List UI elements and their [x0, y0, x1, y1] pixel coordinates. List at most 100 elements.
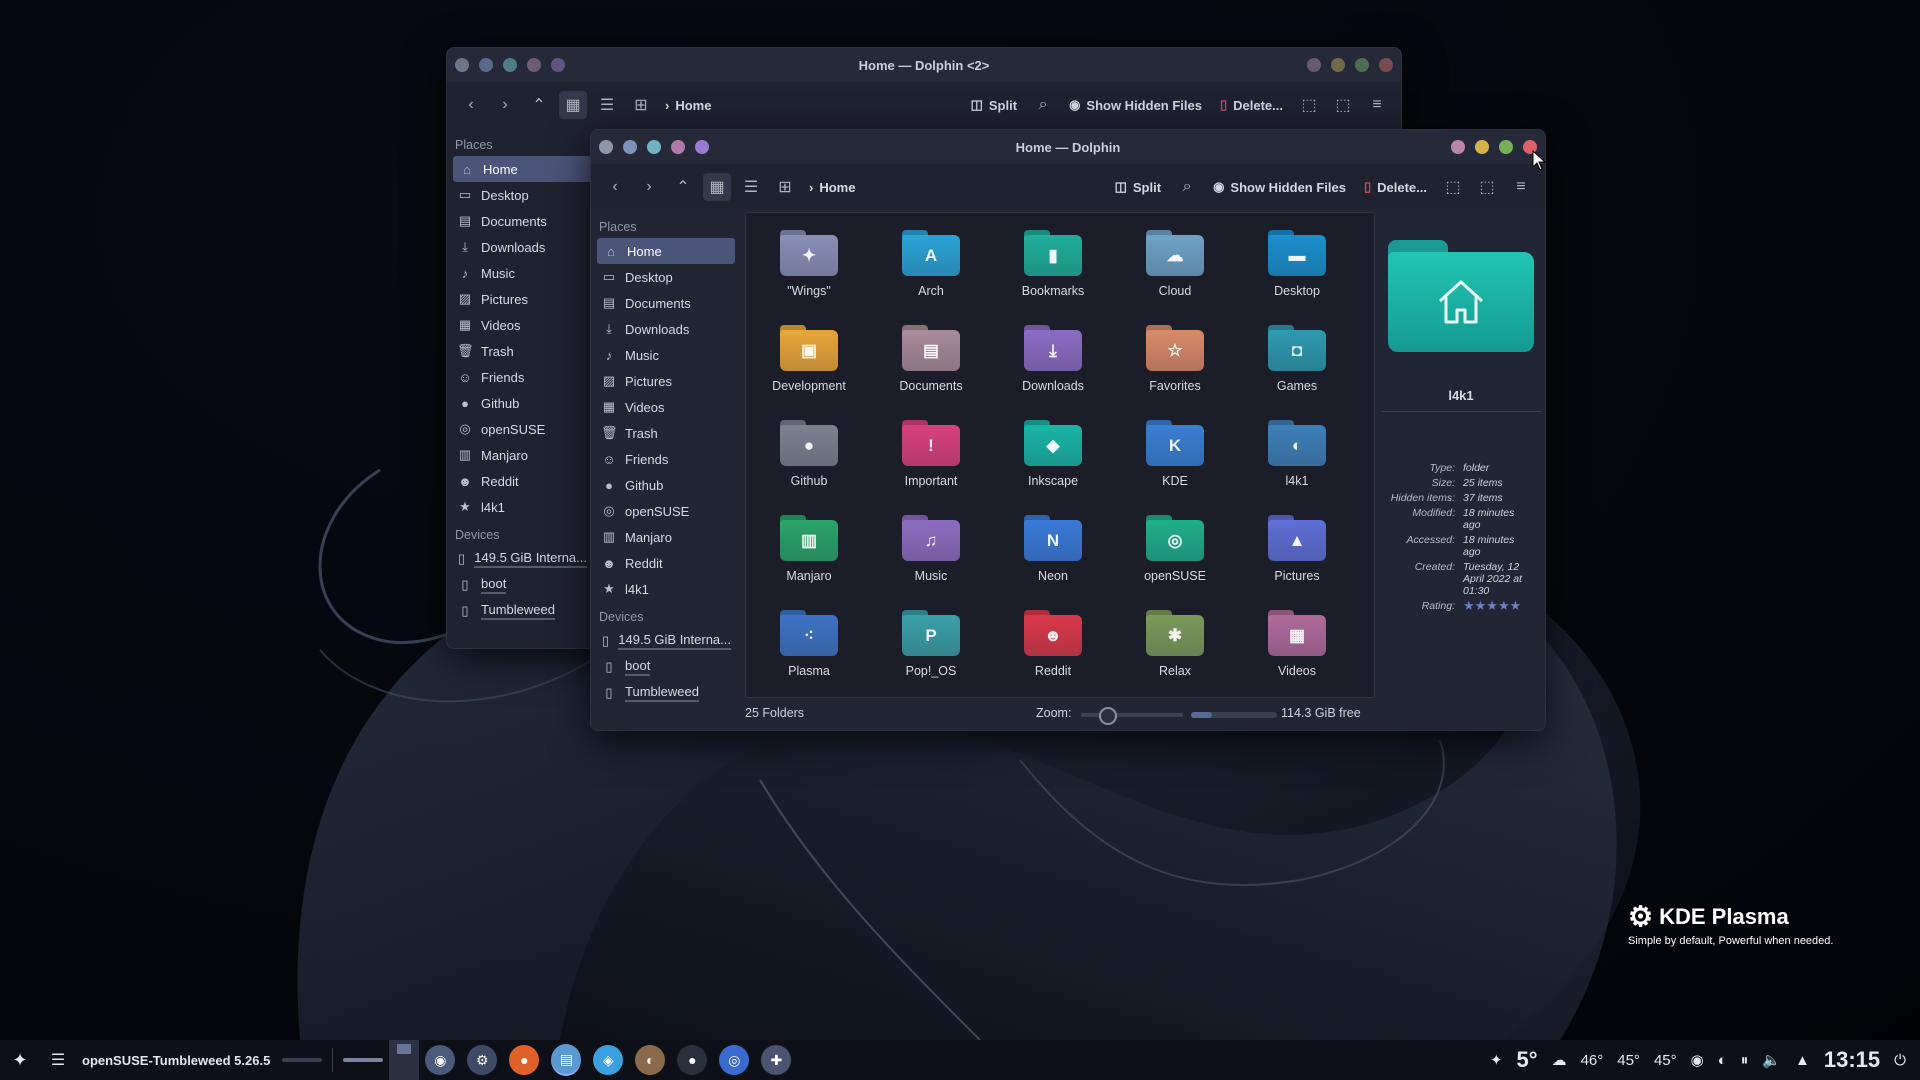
keep-below-button[interactable]	[695, 140, 709, 154]
shade-button[interactable]	[647, 140, 661, 154]
sidebar-item[interactable]: ▨ Pictures	[591, 368, 741, 394]
sidebar-item[interactable]: ★ l4k1	[591, 576, 741, 602]
folder-item[interactable]: ▤ Documents	[870, 311, 992, 406]
device-item[interactable]: ▯ Tumbleweed	[447, 598, 597, 624]
folder-item[interactable]: ▮ Bookmarks	[992, 216, 1114, 311]
folder-item[interactable]: ▬ Desktop	[1236, 216, 1358, 311]
folder-item[interactable]: ▥ Manjaro	[748, 501, 870, 596]
folder-item[interactable]: ☻ Reddit	[992, 596, 1114, 691]
sidebar-item[interactable]: ▭ Desktop	[447, 182, 597, 208]
weather-cloud-icon[interactable]: ☁	[1552, 1051, 1567, 1069]
folder-item[interactable]: ◆ Inkscape	[992, 406, 1114, 501]
select-icon[interactable]: ⬚	[1295, 91, 1323, 119]
hamburger-menu-icon[interactable]: ≡	[1507, 173, 1535, 201]
power-icon[interactable]: ⏻	[1894, 1052, 1906, 1069]
settings-app-icon[interactable]: ⚙	[467, 1045, 498, 1075]
keep-above-button[interactable]	[527, 58, 541, 72]
github-app-icon[interactable]: ●	[677, 1045, 708, 1075]
sidebar-item[interactable]: ⤓ Downloads	[447, 234, 597, 260]
breadcrumb[interactable]: › Home	[809, 180, 855, 195]
breadcrumb[interactable]: › Home	[665, 98, 711, 113]
folder-item[interactable]: ▲ Pictures	[1236, 501, 1358, 596]
keep-below-button[interactable]	[551, 58, 565, 72]
keep-above-button[interactable]	[671, 140, 685, 154]
volume-icon[interactable]: 🔈	[1762, 1051, 1781, 1069]
firefox-app-icon[interactable]: ●	[509, 1045, 540, 1075]
icons-view-icon[interactable]: ▦	[703, 173, 731, 201]
details-view-icon[interactable]: ⊞	[771, 173, 799, 201]
sidebar-item[interactable]: ▤ Documents	[591, 290, 741, 316]
folder-item[interactable]: ◐ l4k1	[1236, 406, 1358, 501]
folder-item[interactable]: ♫ Music	[870, 501, 992, 596]
virtual-desktop-pager[interactable]	[389, 1040, 420, 1080]
maximize-button[interactable]	[1331, 58, 1345, 72]
device-item[interactable]: ▯ 149.5 GiB Interna...	[591, 628, 741, 654]
folder-item[interactable]: P Pop!_OS	[870, 596, 992, 691]
sidebar-item[interactable]: ▥ Manjaro	[447, 442, 597, 468]
sidebar-item[interactable]: ▭ Desktop	[591, 264, 741, 290]
night-color-icon[interactable]: ◐	[1718, 1052, 1727, 1069]
minimize-button[interactable]	[1451, 140, 1465, 154]
split-button[interactable]: ◫ Split	[1109, 179, 1167, 195]
folder-item[interactable]: ⁖ Plasma	[748, 596, 870, 691]
pin-button[interactable]	[479, 58, 493, 72]
task-manager-icon[interactable]: ☰	[40, 1040, 76, 1080]
sidebar-item[interactable]: ◎ openSUSE	[447, 416, 597, 442]
sidebar-item[interactable]: ▦ Videos	[591, 394, 741, 420]
sidebar-item[interactable]: ◎ openSUSE	[591, 498, 741, 524]
sidebar-item[interactable]: ▨ Pictures	[447, 286, 597, 312]
zoom-slider[interactable]	[1081, 707, 1183, 725]
folder-item[interactable]: ◘ Games	[1236, 311, 1358, 406]
show-hidden-files-button[interactable]: ◉ Show Hidden Files	[1063, 97, 1208, 113]
discover-app-icon[interactable]: ◈	[593, 1045, 624, 1075]
sidebar-item[interactable]: ⌂ Home	[597, 238, 735, 264]
device-item[interactable]: ▯ boot	[447, 572, 597, 598]
sidebar-item[interactable]: ♪ Music	[591, 342, 741, 368]
device-item[interactable]: ▯ Tumbleweed	[591, 680, 741, 706]
sidebar-item[interactable]: ☻ Reddit	[447, 468, 597, 494]
sidebar-item[interactable]: ♪ Music	[447, 260, 597, 286]
folder-item[interactable]: ◎ openSUSE	[1114, 501, 1236, 596]
sidebar-item[interactable]: ⤓ Downloads	[591, 316, 741, 342]
up-icon[interactable]: ⌃	[525, 91, 553, 119]
minimize-button[interactable]	[1307, 58, 1321, 72]
forward-icon[interactable]: ›	[635, 173, 663, 201]
window-menu-button[interactable]	[455, 58, 469, 72]
folder-item[interactable]: K KDE	[1114, 406, 1236, 501]
pin-button[interactable]	[623, 140, 637, 154]
browser-app-icon[interactable]: ◎	[719, 1045, 750, 1075]
search-icon[interactable]: ⌕	[1173, 173, 1201, 201]
zoom-slider-handle[interactable]	[1099, 707, 1117, 725]
app-launcher-button[interactable]: ✦	[0, 1040, 40, 1080]
delete-button[interactable]: ▯ Delete...	[1358, 179, 1433, 195]
sidebar-item[interactable]: ⌂ Home	[453, 156, 591, 182]
folder-item[interactable]: ☆ Favorites	[1114, 311, 1236, 406]
back-icon[interactable]: ‹	[457, 91, 485, 119]
split-button[interactable]: ◫ Split	[965, 97, 1023, 113]
window-menu-button[interactable]	[599, 140, 613, 154]
device-item[interactable]: ▯ boot	[591, 654, 741, 680]
sidebar-item[interactable]: ☺ Friends	[591, 446, 741, 472]
folder-item[interactable]: ⤓ Downloads	[992, 311, 1114, 406]
tray-expand-icon[interactable]: ▲	[1795, 1052, 1810, 1069]
select-all-icon[interactable]: ⬚	[1473, 173, 1501, 201]
gimp-app-icon[interactable]: ◐	[635, 1045, 666, 1075]
restore-button[interactable]	[1355, 58, 1369, 72]
folder-item[interactable]: ▦ Videos	[1236, 596, 1358, 691]
wings-tray-icon[interactable]: ✦	[1490, 1051, 1503, 1069]
delete-button[interactable]: ▯ Delete...	[1214, 97, 1289, 113]
file-manager-app-icon[interactable]: ▤	[551, 1044, 582, 1076]
sidebar-item[interactable]: ● Github	[591, 472, 741, 498]
sidebar-item[interactable]: 🗑 Trash	[591, 420, 741, 446]
folder-item[interactable]: N Neon	[992, 501, 1114, 596]
folder-item[interactable]: ● Github	[748, 406, 870, 501]
folder-item[interactable]: ☁ Cloud	[1114, 216, 1236, 311]
dolphin-app-icon[interactable]: ◉	[425, 1045, 456, 1075]
folder-item[interactable]: ! Important	[870, 406, 992, 501]
icons-view-icon[interactable]: ▦	[559, 91, 587, 119]
select-icon[interactable]: ⬚	[1439, 173, 1467, 201]
folder-item[interactable]: ▣ Development	[748, 311, 870, 406]
up-icon[interactable]: ⌃	[669, 173, 697, 201]
sidebar-item[interactable]: ☺ Friends	[447, 364, 597, 390]
sidebar-item[interactable]: ☻ Reddit	[591, 550, 741, 576]
